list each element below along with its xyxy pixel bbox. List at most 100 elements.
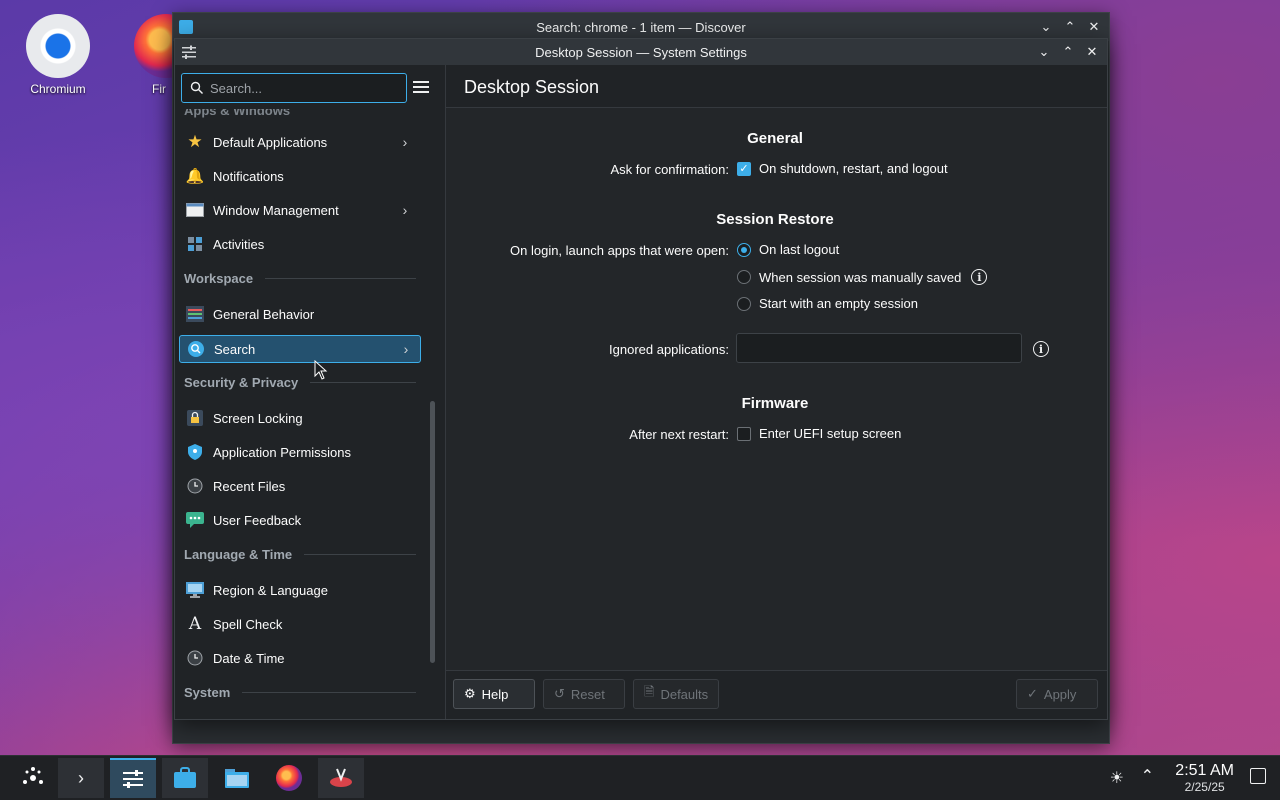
chromium-icon bbox=[26, 14, 90, 78]
sidebar-item-label: Spell Check bbox=[213, 616, 283, 632]
sidebar-item-spell-check[interactable]: A Spell Check bbox=[179, 611, 419, 637]
reset-button[interactable]: ↺ Reset bbox=[543, 679, 625, 709]
apply-button[interactable]: ✓ Apply bbox=[1016, 679, 1098, 709]
sidebar-item-default-applications[interactable]: ★ Default Applications › bbox=[179, 129, 419, 155]
checkbox-label: Enter UEFI setup screen bbox=[759, 426, 902, 441]
system-settings-icon[interactable] bbox=[110, 758, 156, 798]
discover-titlebar[interactable]: Search: chrome - 1 item — Discover ⌄ ⌃ ✕ bbox=[173, 13, 1109, 41]
category-language-time: Language & Time bbox=[184, 547, 416, 562]
desktop-icon-chromium[interactable]: Chromium bbox=[18, 14, 98, 96]
general-behavior-icon bbox=[185, 304, 205, 324]
radio-empty-session[interactable]: Start with an empty session bbox=[737, 296, 918, 311]
ignored-applications-label: Ignored applications: bbox=[609, 342, 729, 357]
sidebar-item-label: Date & Time bbox=[213, 650, 285, 666]
sidebar-search[interactable] bbox=[181, 73, 407, 103]
page-title: Desktop Session bbox=[464, 77, 600, 97]
category-system: System bbox=[184, 685, 416, 700]
sidebar-item-activities[interactable]: Activities bbox=[179, 231, 419, 257]
discover-window-title: Search: chrome - 1 item — Discover bbox=[536, 19, 746, 35]
terminal-icon[interactable]: › bbox=[58, 758, 104, 798]
clock-icon bbox=[185, 648, 205, 668]
sidebar-item-application-permissions[interactable]: Application Permissions bbox=[179, 439, 419, 465]
settings-window-title: Desktop Session — System Settings bbox=[535, 45, 747, 60]
file-manager-icon[interactable] bbox=[214, 758, 260, 798]
help-button[interactable]: ⚙ Help bbox=[453, 679, 535, 709]
category-label: Security & Privacy bbox=[184, 375, 299, 390]
checkbox-checked-icon: ✓ bbox=[737, 161, 751, 176]
search-icon bbox=[186, 339, 206, 359]
page-header: Desktop Session bbox=[446, 65, 1107, 108]
minimize-icon[interactable]: ⌄ bbox=[1039, 19, 1053, 34]
chevron-right-icon: › bbox=[402, 202, 408, 218]
close-icon[interactable]: ✕ bbox=[1087, 19, 1101, 34]
firefox-icon[interactable] bbox=[266, 758, 312, 798]
defaults-button-label: Defaults bbox=[660, 686, 709, 702]
sidebar-item-label: User Feedback bbox=[213, 512, 302, 528]
sidebar-scrollbar[interactable] bbox=[430, 401, 435, 663]
radio-on-last-logout[interactable]: On last logout bbox=[737, 242, 839, 257]
category-security-privacy: Security & Privacy bbox=[184, 375, 416, 390]
sidebar-item-recent-files[interactable]: Recent Files bbox=[179, 473, 419, 499]
mouse-cursor-icon bbox=[314, 360, 328, 380]
sidebar-item-screen-locking[interactable]: Screen Locking bbox=[179, 405, 419, 431]
sidebar-item-label: Notifications bbox=[213, 168, 284, 184]
ignored-applications-field[interactable] bbox=[736, 333, 1022, 363]
digital-clock[interactable]: 2:51 AM 2/25/25 bbox=[1175, 762, 1234, 794]
reset-button-label: Reset bbox=[570, 686, 605, 702]
maximize-icon[interactable]: ⌃ bbox=[1061, 44, 1075, 59]
section-session-restore-heading: Session Restore bbox=[716, 211, 834, 228]
settings-titlebar[interactable]: Desktop Session — System Settings ⌄ ⌃ ✕ bbox=[175, 39, 1107, 65]
lock-icon bbox=[185, 408, 205, 428]
ksnip-icon[interactable] bbox=[318, 758, 364, 798]
sidebar-item-label: Activities bbox=[213, 236, 265, 252]
brightness-icon[interactable]: ☀ bbox=[1110, 768, 1124, 788]
application-launcher-icon[interactable] bbox=[10, 758, 56, 798]
hamburger-menu-icon[interactable] bbox=[413, 79, 429, 95]
radio-manually-saved[interactable]: When session was manually saved i bbox=[737, 269, 988, 285]
sidebar-item-user-feedback[interactable]: User Feedback bbox=[179, 507, 419, 533]
maximize-icon[interactable]: ⌃ bbox=[1063, 19, 1077, 34]
clock-time: 2:51 AM bbox=[1175, 762, 1234, 779]
show-desktop-icon[interactable] bbox=[1250, 768, 1266, 784]
desktop-icon-label: Chromium bbox=[30, 82, 86, 96]
minimize-icon[interactable]: ⌄ bbox=[1037, 44, 1051, 59]
info-icon[interactable]: i bbox=[1033, 341, 1049, 357]
sidebar-item-notifications[interactable]: 🔔 Notifications bbox=[179, 163, 419, 189]
info-icon[interactable]: i bbox=[971, 269, 988, 285]
section-general-heading: General bbox=[747, 130, 803, 147]
ask-confirmation-checkbox[interactable]: ✓ On shutdown, restart, and logout bbox=[737, 161, 948, 176]
defaults-button[interactable]: 🗎 Defaults bbox=[633, 679, 719, 709]
sidebar-item-date-time[interactable]: Date & Time bbox=[179, 645, 419, 671]
discover-icon[interactable] bbox=[162, 758, 208, 798]
sidebar-item-general-behavior[interactable]: General Behavior bbox=[179, 301, 419, 327]
search-input[interactable] bbox=[208, 79, 402, 97]
radio-selected-icon bbox=[737, 242, 751, 257]
shield-icon bbox=[185, 442, 205, 462]
restore-label: On login, launch apps that were open: bbox=[510, 243, 729, 258]
radio-label: When session was manually saved bbox=[759, 269, 962, 285]
apply-check-icon: ✓ bbox=[1027, 686, 1038, 701]
category-workspace: Workspace bbox=[184, 271, 416, 286]
settings-footer: ⚙ Help ↺ Reset 🗎 Defaults ✓ Apply bbox=[446, 670, 1107, 719]
help-icon: ⚙ bbox=[464, 686, 476, 701]
region-icon bbox=[185, 580, 205, 600]
uefi-setup-checkbox[interactable]: Enter UEFI setup screen bbox=[737, 426, 901, 441]
category-label: System bbox=[184, 685, 231, 700]
activities-icon bbox=[185, 234, 205, 254]
sidebar-list: Apps & Windows ★ Default Applications › … bbox=[179, 109, 421, 719]
sidebar-item-label: Window Management bbox=[213, 202, 339, 218]
radio-label: Start with an empty session bbox=[759, 296, 918, 311]
settings-sidebar: Apps & Windows ★ Default Applications › … bbox=[175, 65, 435, 719]
system-tray-expand-icon[interactable]: ⌃ bbox=[1141, 766, 1154, 786]
sidebar-item-search[interactable]: Search › bbox=[179, 335, 421, 363]
settings-content: General Ask for confirmation: ✓ On shutd… bbox=[446, 108, 1107, 671]
sidebar-item-label: Region & Language bbox=[213, 582, 328, 598]
reset-icon: ↺ bbox=[554, 686, 565, 701]
spellcheck-icon: A bbox=[188, 614, 202, 634]
sidebar-item-label: Recent Files bbox=[213, 478, 286, 494]
sidebar-item-window-management[interactable]: Window Management › bbox=[179, 197, 419, 223]
close-icon[interactable]: ✕ bbox=[1085, 44, 1099, 59]
sidebar-item-region-language[interactable]: Region & Language bbox=[179, 577, 419, 603]
category-apps-windows: Apps & Windows bbox=[184, 109, 416, 118]
clock-date: 2/25/25 bbox=[1184, 780, 1225, 794]
